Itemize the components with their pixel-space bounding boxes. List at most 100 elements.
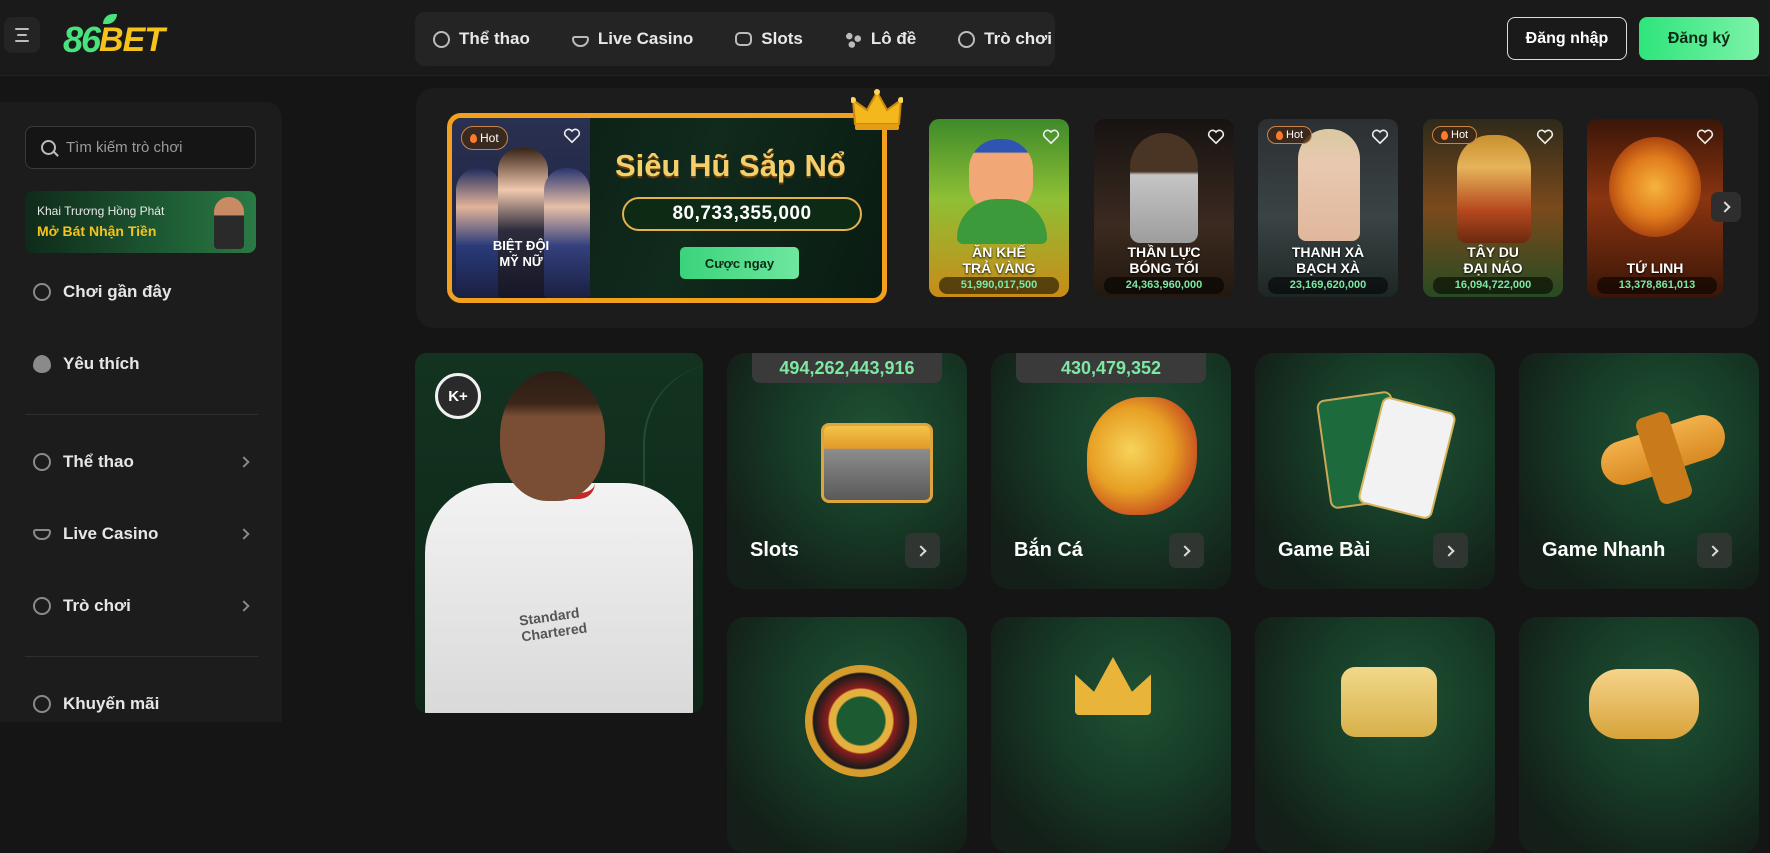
sidebar-item-live-casino[interactable]: Live Casino [33,524,250,544]
search-input[interactable] [66,139,246,156]
crown-icon [1075,657,1151,715]
sidebar-item-label: Live Casino [63,524,159,543]
kplus-logo: K+ [435,373,481,419]
gift-icon [33,695,51,713]
category-label: Bắn Cá [1014,539,1083,561]
favorite-heart-icon[interactable] [1371,129,1389,145]
promo-banner[interactable]: Khai Trương Hồng Phát Mở Bát Nhận Tiền [25,191,256,253]
nav-label: Live Casino [597,29,694,48]
chevron-right-icon [1443,544,1455,557]
sidebar-item-sports[interactable]: Thể thao [33,452,250,472]
treasure-chest-icon [821,423,933,503]
gamepad-icon [1589,669,1699,739]
hot-badge: Hot [1267,126,1313,144]
game-jackpot: 13,378,861,013 [1597,277,1717,294]
hamburger-menu-button[interactable] [4,17,40,53]
category-open-button[interactable] [905,533,940,568]
jackpot-banner[interactable]: Hot BIỆT ĐỘI MỸ NỮ Siêu Hũ Sắp Nổ 80,733… [447,113,887,303]
nav-label: Slots [761,29,803,48]
bet-now-button[interactable]: Cược ngay [680,247,799,279]
sidebar-item-label: Thể thao [63,452,134,471]
hot-label: Hot [1286,129,1304,141]
game-name: TỨ LINH [1626,260,1684,276]
category-card-slots[interactable]: 494,262,443,916 Slots [727,353,967,589]
game-card[interactable]: ĂN KHẾ TRẢ VÀNG 51,990,017,500 [929,119,1069,297]
character-image [544,168,590,298]
clock-icon [33,283,51,301]
category-card-fast-games[interactable]: Game Nhanh [1519,353,1759,589]
category-label: Game Nhanh [1542,539,1666,561]
favorite-heart-icon[interactable] [1536,129,1554,145]
sports-promo-card[interactable]: Standard Chartered K+ [415,353,703,713]
player-image: Standard Chartered [425,483,693,713]
game-name: ĂN KHẾ TRẢ VÀNG [962,244,1036,276]
game-jackpot: 16,094,722,000 [1433,277,1553,294]
favorite-heart-icon[interactable] [1042,129,1060,145]
favorite-heart-icon[interactable] [563,128,581,144]
promo-line1: Khai Trương Hồng Phát [37,204,165,218]
menu-line-icon [17,34,27,36]
category-jackpot: 430,479,352 [1016,353,1206,383]
character-image [456,168,502,298]
category-jackpot: 494,262,443,916 [752,353,942,383]
sidebar-item-promotions[interactable]: Khuyến mãi [33,694,248,714]
chevron-right-icon [1707,544,1719,557]
chevron-right-icon [915,544,927,557]
nav-item-live-casino[interactable]: Live Casino [571,29,694,49]
logo-number: 86 [63,19,101,60]
crown-icon [851,89,903,130]
register-button[interactable]: Đăng ký [1639,17,1759,60]
game-name: THẦN LỰC BÓNG TỐI [1127,244,1201,276]
hot-badge: Hot [461,126,508,150]
dealer-bowl-icon [571,35,589,47]
game-chip-icon [958,30,976,48]
player-head-image [500,371,605,501]
game-chip-icon [33,597,51,615]
top-header: 86 BET Thể thao Live Casino Slots Lô đề … [0,0,1770,76]
category-card-lottery[interactable] [991,617,1231,853]
sidebar: Khai Trương Hồng Phát Mở Bát Nhận Tiền C… [0,102,282,722]
category-open-button[interactable] [1433,533,1468,568]
search-box[interactable] [25,126,256,169]
login-button[interactable]: Đăng nhập [1507,17,1627,60]
jackpot-amount: 80,733,355,000 [622,197,862,231]
category-card-roulette[interactable] [727,617,967,853]
category-card-dice[interactable] [1255,617,1495,853]
chevron-right-icon [238,600,250,612]
nav-label: Trò chơi [984,29,1052,48]
sidebar-item-label: Yêu thích [63,354,140,373]
promo-presenter-image [214,197,244,249]
lottery-balls-icon [844,30,862,48]
nav-item-lottery[interactable]: Lô đề [844,29,916,49]
sidebar-item-games[interactable]: Trò chơi [33,596,250,616]
game-card[interactable]: Hot TÂY DU ĐẠI NÁO 16,094,722,000 [1423,119,1563,297]
roulette-wheel-icon [805,665,917,777]
category-open-button[interactable] [1697,533,1732,568]
category-card-fishing[interactable]: 430,479,352 Bắn Cá [991,353,1231,589]
favorite-heart-icon[interactable] [1696,129,1714,145]
site-logo[interactable]: 86 BET [63,14,165,60]
game-card[interactable]: TỨ LINH 13,378,861,013 [1587,119,1723,297]
game-art-image [1457,135,1531,243]
logo-text: BET [99,20,165,59]
favorite-heart-icon[interactable] [1207,129,1225,145]
category-open-button[interactable] [1169,533,1204,568]
chevron-right-icon [1718,201,1731,213]
game-card[interactable]: Hot THANH XÀ BẠCH XÀ 23,169,620,000 [1258,119,1398,297]
nav-item-games[interactable]: Trò chơi [958,29,1052,49]
game-card[interactable]: THẦN LỰC BÓNG TỐI 24,363,960,000 [1094,119,1234,297]
game-art-image [1298,129,1360,241]
category-card-card-games[interactable]: Game Bài [1255,353,1495,589]
sidebar-item-favorites[interactable]: Yêu thích [33,354,248,374]
sidebar-item-recent[interactable]: Chơi gần đây [33,282,248,302]
category-card-esports[interactable] [1519,617,1759,853]
hot-badge: Hot [1432,126,1478,144]
chevron-right-icon [238,456,250,468]
featured-game-thumb[interactable]: Hot BIỆT ĐỘI MỸ NỮ [452,118,590,298]
carousel-next-button[interactable] [1711,192,1741,222]
nav-item-slots[interactable]: Slots [735,29,803,49]
menu-line-icon [15,40,29,42]
nav-item-sports[interactable]: Thể thao [433,29,530,49]
hot-label: Hot [480,131,499,145]
game-jackpot: 24,363,960,000 [1104,277,1224,294]
